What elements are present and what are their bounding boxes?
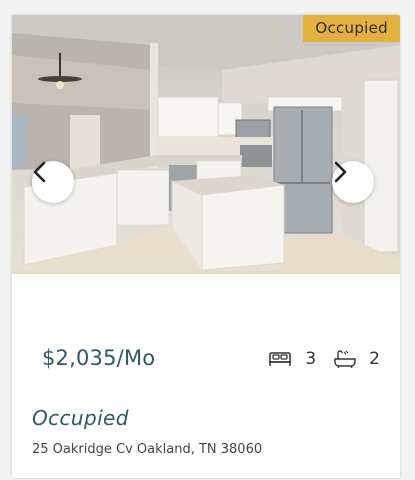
occupancy-status: Occupied	[32, 406, 129, 430]
listing-price: $2,035/Mo	[42, 346, 156, 370]
chevron-left-icon	[33, 161, 46, 183]
listing-address[interactable]: 25 Oakridge Cv Oakland, TN 38060	[32, 442, 262, 457]
bathtub-icon	[334, 349, 356, 369]
chevron-right-icon	[334, 161, 347, 183]
listing-card[interactable]: Occupied $2,035/Mo 3 2 Occupied 25 Oakri…	[12, 15, 400, 478]
status-badge: Occupied	[303, 15, 400, 42]
bed-icon	[268, 350, 292, 368]
listing-photo[interactable]: Occupied	[12, 15, 400, 274]
next-photo-button[interactable]	[332, 161, 374, 203]
kitchen-photo-illustration	[12, 15, 400, 274]
baths-count: 2	[369, 349, 380, 369]
previous-photo-button[interactable]	[32, 161, 74, 203]
listing-specs: 3 2	[268, 349, 380, 369]
beds-count: 3	[305, 349, 317, 369]
